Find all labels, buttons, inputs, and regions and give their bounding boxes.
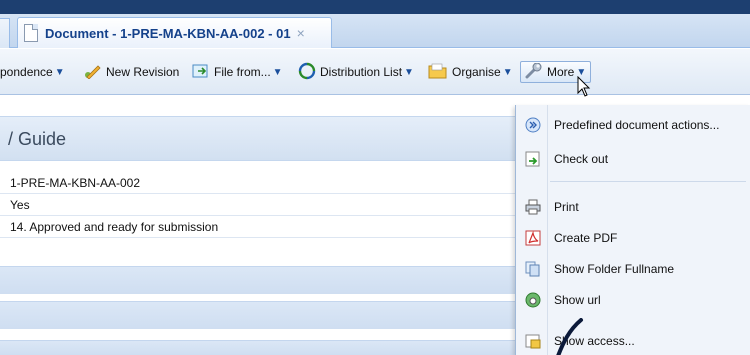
- distribution-list-button[interactable]: Distribution List ▼: [298, 61, 414, 83]
- new-revision-button[interactable]: New Revision: [84, 61, 179, 83]
- menu-item-show-access[interactable]: Show access...: [516, 326, 750, 355]
- menu-item-label: Show Folder Fullname: [554, 262, 675, 276]
- field-row-status: 14. Approved and ready for submission: [0, 216, 520, 238]
- tab-close-icon[interactable]: ×: [297, 25, 305, 41]
- more-dropdown-menu: Predefined document actions... Check out…: [515, 105, 750, 355]
- new-revision-label: New Revision: [106, 65, 180, 79]
- menu-item-label: Check out: [554, 152, 609, 166]
- organise-label: Organise: [452, 65, 501, 79]
- distribution-icon: [298, 62, 316, 83]
- chevron-down-icon: ▼: [272, 66, 283, 78]
- collapsed-section[interactable]: [0, 301, 520, 329]
- menu-item-show-url[interactable]: Show url: [516, 285, 750, 315]
- section-header: / Guide: [0, 116, 520, 161]
- actions-icon: [525, 117, 541, 133]
- folder-icon: [428, 63, 448, 82]
- menu-item-print[interactable]: Print: [516, 192, 750, 222]
- chevron-down-icon: ▼: [54, 66, 65, 78]
- tab-strip: Document - 1-PRE-MA-KBN-AA-002 - 01 ×: [0, 14, 750, 48]
- menu-item-label: Create PDF: [554, 231, 618, 245]
- menu-item-check-out[interactable]: Check out: [516, 144, 750, 174]
- document-panel: / Guide 1-PRE-MA-KBN-AA-002 Yes 14. Appr…: [0, 96, 520, 355]
- tab-previous[interactable]: [0, 18, 10, 48]
- tab-document[interactable]: Document - 1-PRE-MA-KBN-AA-002 - 01 ×: [17, 17, 332, 48]
- toolbar: pondence ▼ New Revision File from... ▼ D…: [0, 49, 750, 95]
- chevron-down-icon: ▼: [502, 66, 513, 78]
- access-icon: [525, 333, 541, 349]
- chevron-down-icon: ▼: [404, 66, 414, 78]
- menu-item-create-pdf[interactable]: Create PDF: [516, 223, 750, 253]
- distribution-list-label: Distribution List: [320, 65, 403, 79]
- checkout-icon: [525, 151, 541, 167]
- collapsed-section[interactable]: [0, 266, 520, 294]
- menu-item-predefined-actions[interactable]: Predefined document actions...: [516, 110, 750, 140]
- menu-separator: [550, 181, 746, 182]
- menu-item-label: Predefined document actions...: [554, 118, 720, 132]
- wrench-icon: [525, 62, 543, 82]
- folder-copy-icon: [525, 261, 541, 277]
- annotation-stroke-icon: [556, 318, 583, 355]
- tab-title: Document - 1-PRE-MA-KBN-AA-002 - 01: [45, 25, 291, 41]
- file-from-label: File from...: [214, 65, 271, 79]
- mouse-cursor-icon: [577, 76, 591, 97]
- field-row-document-number: 1-PRE-MA-KBN-AA-002: [0, 172, 520, 194]
- section-title: / Guide: [8, 129, 67, 149]
- file-from-button[interactable]: File from... ▼: [192, 61, 283, 83]
- file-import-icon: [192, 63, 210, 82]
- app-top-bar: [0, 0, 750, 14]
- correspondence-label: pondence: [0, 65, 53, 79]
- globe-icon: [525, 292, 541, 308]
- menu-item-label: Show url: [554, 293, 601, 307]
- menu-item-show-folder-fullname[interactable]: Show Folder Fullname: [516, 254, 750, 284]
- document-icon: [24, 24, 38, 42]
- organise-button[interactable]: Organise ▼: [428, 61, 513, 83]
- new-revision-icon: [84, 63, 102, 82]
- printer-icon: [525, 199, 541, 215]
- more-label: More: [547, 65, 575, 79]
- field-row-flag: Yes: [0, 194, 520, 216]
- correspondence-menu-button[interactable]: pondence ▼: [0, 61, 65, 83]
- menu-item-label: Print: [554, 200, 579, 214]
- pdf-icon: [525, 230, 541, 246]
- collapsed-section[interactable]: [0, 340, 520, 355]
